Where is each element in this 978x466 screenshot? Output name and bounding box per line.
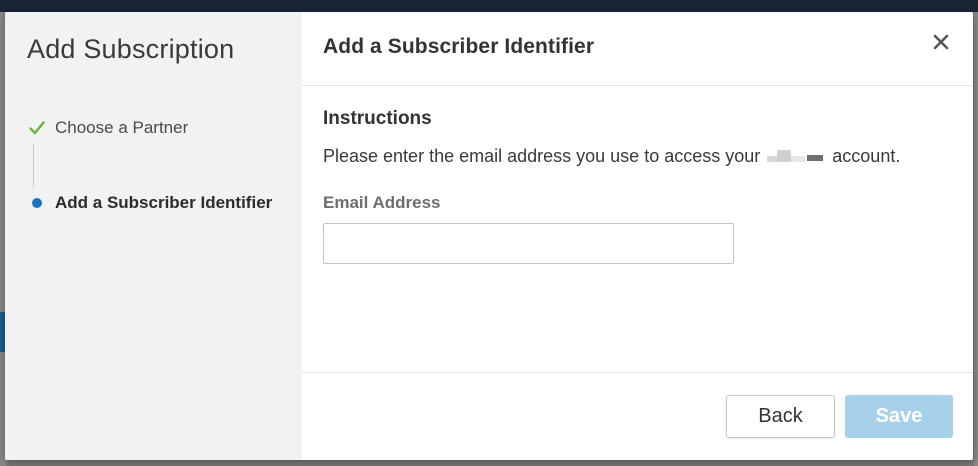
background-topbar	[0, 0, 978, 12]
close-icon	[933, 34, 949, 55]
modal-content: Add a Subscriber Identifier Instructions…	[302, 12, 973, 460]
back-button[interactable]: Back	[726, 395, 835, 438]
instruction-suffix: account.	[832, 146, 901, 166]
background-right-edge	[974, 12, 978, 466]
add-subscription-modal: Add Subscription Choose a Partner Add a …	[5, 12, 973, 460]
instructions-heading: Instructions	[323, 108, 432, 129]
modal-footer: Back Save	[302, 372, 973, 460]
redacted-partner-name	[767, 150, 825, 164]
content-header: Add a Subscriber Identifier	[302, 12, 973, 86]
instruction-prefix: Please enter the email address you use t…	[323, 146, 761, 166]
email-input[interactable]	[323, 223, 734, 264]
check-icon	[27, 118, 47, 138]
step-label: Add a Subscriber Identifier	[55, 193, 273, 212]
instruction-text: Please enter the email address you use t…	[323, 146, 953, 167]
modal-title: Add Subscription	[27, 34, 235, 64]
email-label: Email Address	[323, 193, 441, 212]
step-connector	[33, 144, 34, 187]
content-title: Add a Subscriber Identifier	[323, 35, 595, 58]
wizard-steps: Choose a Partner Add a Subscriber Identi…	[27, 116, 272, 215]
dot-icon	[27, 193, 47, 213]
content-body: Instructions Please enter the email addr…	[323, 108, 953, 264]
wizard-sidebar: Add Subscription Choose a Partner Add a …	[5, 12, 302, 460]
step-add-subscriber-identifier: Add a Subscriber Identifier	[27, 191, 272, 215]
save-button[interactable]: Save	[845, 395, 953, 438]
step-choose-partner: Choose a Partner	[27, 116, 272, 140]
close-button[interactable]	[929, 32, 953, 56]
step-label: Choose a Partner	[55, 118, 189, 137]
